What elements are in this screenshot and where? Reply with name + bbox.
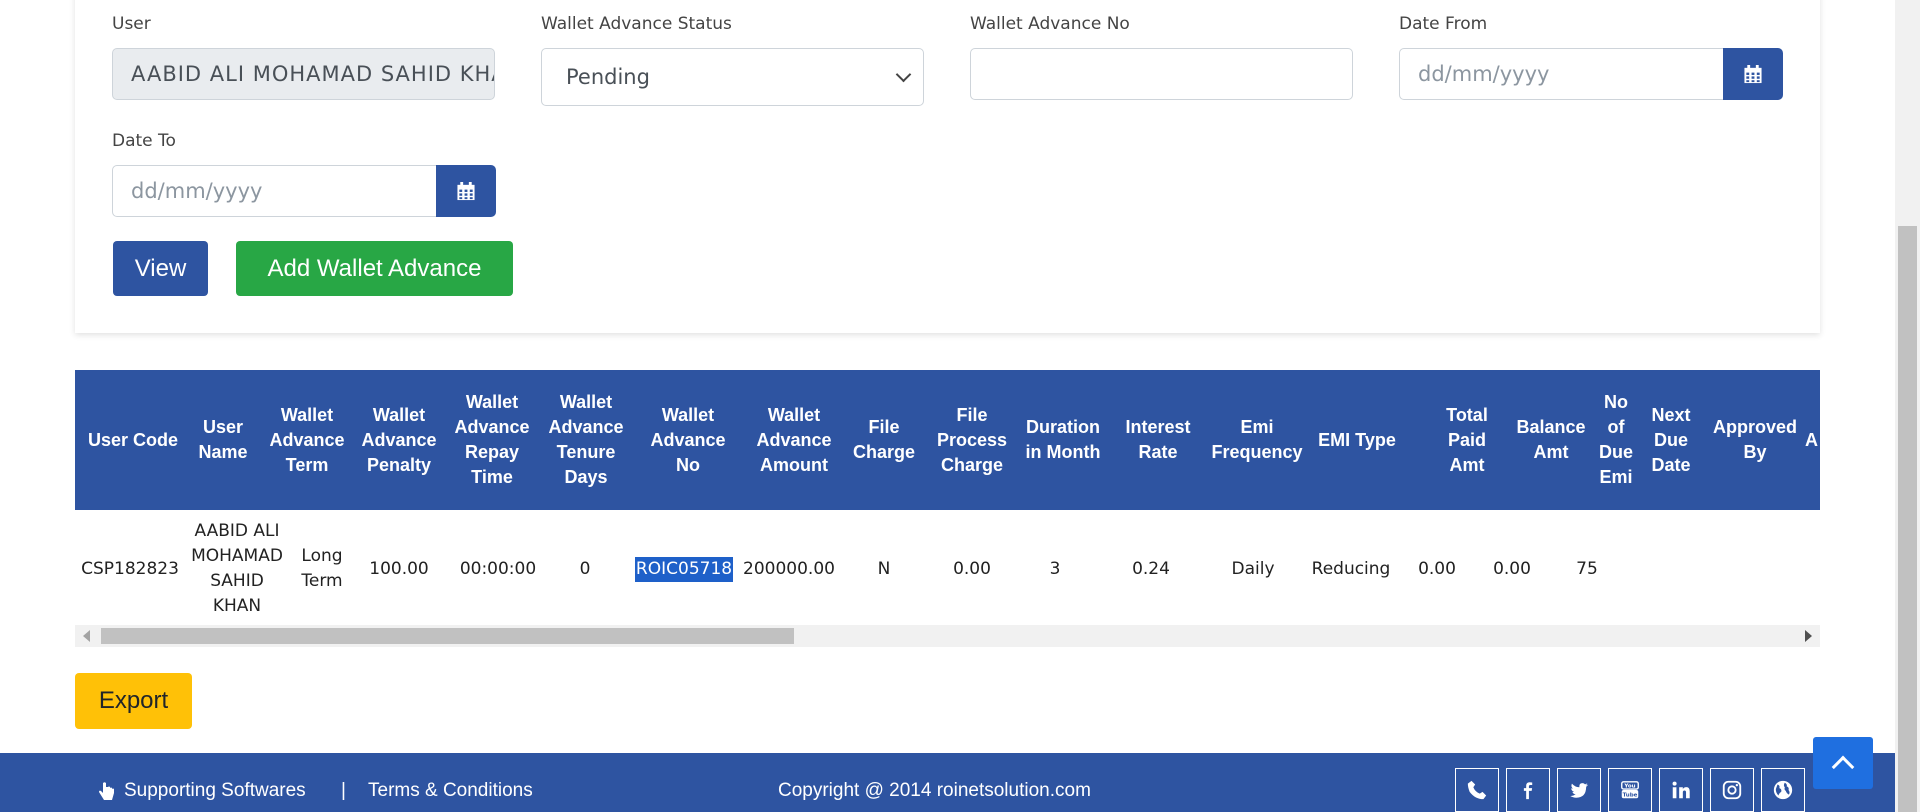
phone-icon[interactable] xyxy=(1455,768,1499,812)
col-interest-rate[interactable]: Interest Rate xyxy=(1118,370,1198,510)
cell-interest-rate: 0.24 xyxy=(1132,558,1170,579)
cell-file-charge: N xyxy=(877,558,891,579)
cell-approved-by xyxy=(1707,510,1803,628)
advance-no-input[interactable] xyxy=(970,48,1353,100)
status-select[interactable]: Pending xyxy=(541,48,924,106)
chevron-up-icon xyxy=(1831,755,1855,779)
svg-text:You: You xyxy=(1623,784,1635,790)
cell-user-name: AABID ALI MOHAMAD SAHID KHAN xyxy=(191,521,283,616)
footer-separator: | xyxy=(341,780,346,801)
table-horizontal-scrollbar[interactable] xyxy=(75,625,1820,647)
table-header: User Code User Name Wallet Advance Term … xyxy=(75,370,1820,510)
scroll-to-top-button[interactable] xyxy=(1813,737,1873,789)
advance-no-label: Wallet Advance No xyxy=(970,14,1130,34)
col-balance-amt[interactable]: Balance Amt xyxy=(1509,370,1593,510)
export-button[interactable]: Export xyxy=(75,673,192,729)
svg-text:Tube: Tube xyxy=(1623,792,1638,798)
cell-tenure-days: 0 xyxy=(579,558,591,579)
filter-card: User AABID ALI MOHAMAD SAHID KHAN Wallet… xyxy=(75,0,1820,333)
scroll-right-arrow-icon[interactable] xyxy=(1805,630,1812,642)
col-file-charge[interactable]: File Charge xyxy=(853,370,915,510)
facebook-icon[interactable] xyxy=(1506,768,1550,812)
horizontal-scroll-thumb[interactable] xyxy=(101,628,794,644)
selected-advance-no[interactable]: ROIC05718 xyxy=(634,556,734,582)
cell-emi-type: Reducing xyxy=(1311,558,1391,579)
col-file-process-charge[interactable]: File Process Charge xyxy=(929,370,1015,510)
date-to-field: Date To dd/mm/yyyy xyxy=(112,131,496,217)
table-row: CSP182823 AABID ALI MOHAMAD SAHID KHAN L… xyxy=(75,510,1820,628)
col-next-due-date[interactable]: Next Due Date xyxy=(1642,370,1700,510)
date-from-label: Date From xyxy=(1399,14,1488,34)
col-partial[interactable]: A xyxy=(1805,370,1820,510)
col-due-emi[interactable]: No of Due Emi xyxy=(1596,370,1636,510)
col-total-paid[interactable]: Total Paid Amt xyxy=(1442,370,1492,510)
col-approved-by[interactable]: Approved By xyxy=(1707,370,1803,510)
chevron-down-icon xyxy=(895,66,912,82)
col-emi-frequency[interactable]: Emi Frequency xyxy=(1207,370,1307,510)
calendar-icon xyxy=(1744,64,1762,83)
cell-emi-frequency: Daily xyxy=(1231,558,1275,579)
date-to-input[interactable]: dd/mm/yyyy xyxy=(112,165,437,217)
cell-total-paid: 0.00 xyxy=(1418,558,1456,579)
footer: Supporting Softwares | Terms & Condition… xyxy=(0,753,1895,812)
linkedin-icon[interactable] xyxy=(1659,768,1703,812)
col-emi-type[interactable]: EMI Type xyxy=(1315,370,1399,510)
date-to-label: Date To xyxy=(112,131,176,151)
col-advance-no[interactable]: Wallet Advance No xyxy=(645,370,731,510)
status-label: Wallet Advance Status xyxy=(541,14,732,34)
calendar-icon xyxy=(457,181,475,200)
cell-file-process-charge: 0.00 xyxy=(953,558,991,579)
date-from-input[interactable]: dd/mm/yyyy xyxy=(1399,48,1724,100)
user-label: User xyxy=(112,14,151,34)
date-to-calendar-button[interactable] xyxy=(436,165,496,217)
add-wallet-advance-button[interactable]: Add Wallet Advance xyxy=(236,241,513,296)
cell-advance-no[interactable]: ROIC05718 xyxy=(634,510,734,628)
cell-user-code: CSP182823 xyxy=(81,558,179,579)
user-input[interactable]: AABID ALI MOHAMAD SAHID KHAN xyxy=(112,48,495,100)
cell-due-emi: 75 xyxy=(1576,558,1598,579)
copyright-text: Copyright @ 2014 roinetsolution.com xyxy=(778,780,1091,801)
cell-advance-term: Long Term xyxy=(301,546,343,591)
wallet-advance-table: User Code User Name Wallet Advance Term … xyxy=(75,370,1820,648)
vertical-scroll-thumb[interactable] xyxy=(1898,226,1917,812)
youtube-icon[interactable]: You Tube xyxy=(1608,768,1652,812)
col-duration[interactable]: Duration in Month xyxy=(1020,370,1106,510)
cell-next-due-date xyxy=(1642,510,1700,628)
cell-advance-amount: 200000.00 xyxy=(743,558,835,579)
advance-no-field: Wallet Advance No xyxy=(970,14,1353,100)
col-user-name[interactable]: User Name xyxy=(186,370,260,510)
terms-link[interactable]: Terms & Conditions xyxy=(368,780,533,802)
user-field: User AABID ALI MOHAMAD SAHID KHAN xyxy=(112,14,495,100)
date-from-calendar-button[interactable] xyxy=(1723,48,1783,100)
hand-pointer-icon xyxy=(99,782,114,800)
status-selected-value: Pending xyxy=(566,65,650,89)
supporting-softwares-link[interactable]: Supporting Softwares xyxy=(124,780,306,802)
col-repay-time[interactable]: Wallet Advance Repay Time xyxy=(449,370,535,510)
col-advance-amount[interactable]: Wallet Advance Amount xyxy=(751,370,837,510)
status-field: Wallet Advance Status Pending xyxy=(541,14,924,106)
cell-balance-amt: 0.00 xyxy=(1493,558,1531,579)
view-button[interactable]: View xyxy=(113,241,208,296)
date-from-field: Date From dd/mm/yyyy xyxy=(1399,14,1783,100)
col-advance-penalty[interactable]: Wallet Advance Penalty xyxy=(356,370,442,510)
cell-duration: 3 xyxy=(1049,558,1061,579)
instagram-icon[interactable] xyxy=(1710,768,1754,812)
scroll-left-arrow-icon[interactable] xyxy=(83,630,90,642)
col-user-code[interactable]: User Code xyxy=(80,370,186,510)
cell-repay-time: 00:00:00 xyxy=(459,558,537,579)
col-tenure-days[interactable]: Wallet Advance Tenure Days xyxy=(543,370,629,510)
cell-penalty: 100.00 xyxy=(369,558,429,579)
col-advance-term[interactable]: Wallet Advance Term xyxy=(264,370,350,510)
twitter-icon[interactable] xyxy=(1557,768,1601,812)
page-vertical-scrollbar[interactable] xyxy=(1895,0,1920,812)
globe-icon[interactable] xyxy=(1761,768,1805,812)
